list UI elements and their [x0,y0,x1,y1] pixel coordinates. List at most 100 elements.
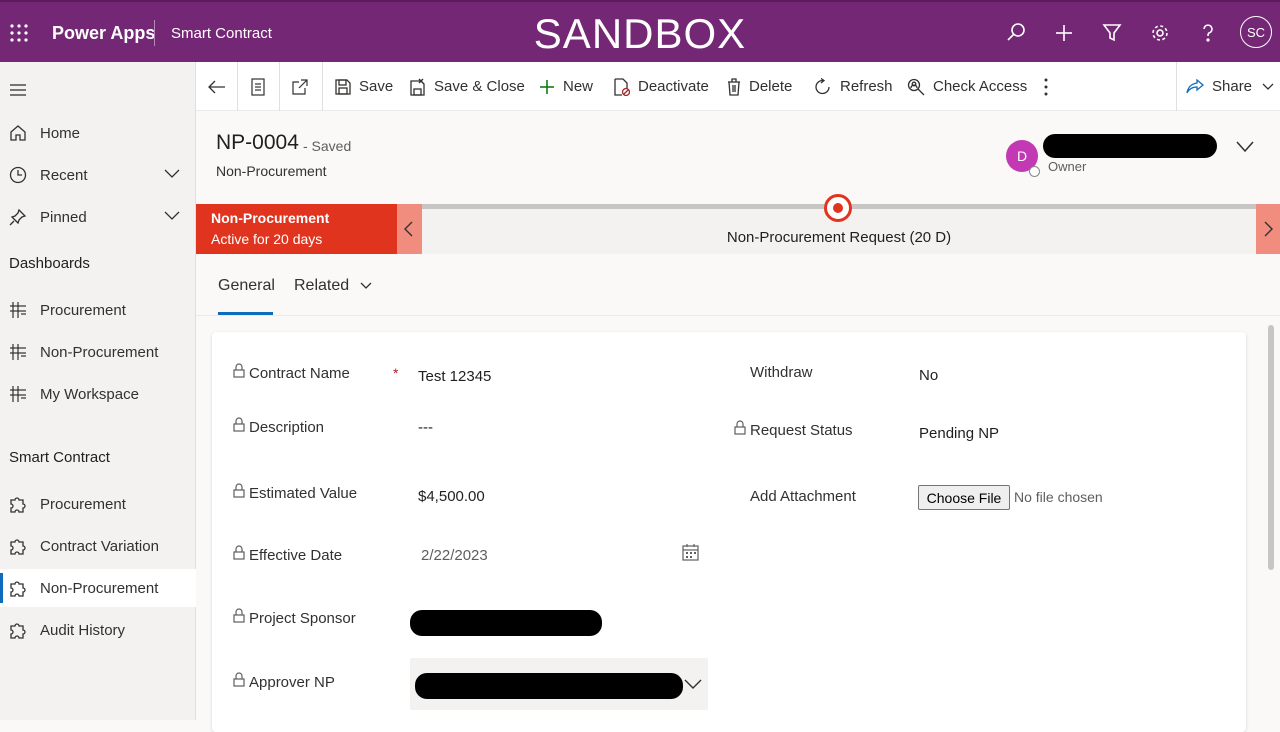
sidebar-item-pinned[interactable]: Pinned [0,198,196,236]
required-indicator: * [393,365,399,381]
form-view-button[interactable] [251,62,273,111]
more-vertical-icon [1044,78,1056,96]
chevron-down-icon[interactable] [164,169,180,179]
bpf-stage-target-icon[interactable] [823,193,853,223]
open-new-window-button[interactable] [292,62,316,111]
save-button[interactable]: Save [335,62,393,111]
puzzle-icon [9,537,27,555]
effective-date-label: Effective Date [249,547,343,564]
sidebar-item-home[interactable]: Home [0,114,196,152]
tab-related[interactable]: Related [294,277,372,295]
chevron-down-icon[interactable] [164,211,180,221]
hamburger-icon[interactable] [10,84,26,96]
sidebar-item-label: Procurement [40,301,126,319]
sidebar-item-dashboard-procurement[interactable]: Procurement [0,291,196,329]
bpf-active-stage[interactable]: Non-Procurement Active for 20 days [196,204,397,254]
withdraw-field[interactable]: No [919,367,938,384]
puzzle-icon [9,621,27,639]
header-expand-chevron-icon[interactable] [1236,141,1254,153]
sidebar-item-label: Non-Procurement [40,343,159,361]
sidebar-item-label: Recent [40,166,88,184]
bpf-previous-button[interactable] [397,204,422,254]
chevron-down-icon [1262,83,1280,91]
lock-icon [233,545,245,560]
deactivate-button[interactable]: Deactivate [614,62,709,111]
description-field[interactable]: --- [418,419,433,436]
estimated-value-label: Estimated Value [249,485,358,502]
help-icon[interactable] [1197,22,1219,44]
redacted-project-sponsor[interactable] [410,610,602,636]
filter-icon[interactable] [1101,22,1123,44]
effective-date-field[interactable]: 2/22/2023 [421,547,488,564]
app-name[interactable]: Power Apps [52,23,155,44]
bpf-stage-name: Non-Procurement [211,210,330,226]
plus-icon[interactable] [1053,22,1075,44]
redacted-approver-np [415,673,683,699]
sidebar-group-smart-contract: Smart Contract [9,449,110,466]
new-label: New [563,78,594,95]
bpf-next-button[interactable] [1256,204,1280,254]
sidebar-item-label: Procurement [40,495,126,513]
tab-related-label: Related [294,277,350,294]
app-module-name[interactable]: Smart Contract [171,25,272,42]
estimated-value-field[interactable]: $4,500.00 [418,488,485,505]
contract-name-field[interactable]: Test 12345 [418,368,491,385]
check-access-icon [907,78,933,96]
search-icon[interactable] [1005,22,1027,44]
more-commands-button[interactable] [1044,62,1056,111]
share-icon [1186,78,1212,95]
sidebar-item-procurement[interactable]: Procurement [0,485,196,523]
bpf-stage-label[interactable]: Non-Procurement Request (20 D) [422,229,1256,246]
chevron-down-icon[interactable] [684,679,702,690]
calendar-icon[interactable] [682,544,699,561]
command-divider [1176,62,1177,111]
user-avatar[interactable]: SC [1240,16,1272,48]
form-scrollbar[interactable] [1268,325,1274,570]
sidebar-item-recent[interactable]: Recent [0,156,196,194]
refresh-button[interactable]: Refresh [814,62,893,111]
sidebar-item-contract-variation[interactable]: Contract Variation [0,527,196,565]
sidebar: Home Recent Pinned Dashboards Procuremen… [0,62,196,720]
clock-icon [9,166,27,184]
back-button[interactable] [208,62,234,111]
delete-button[interactable]: Delete [727,62,792,111]
dashboard-icon [9,385,27,403]
sidebar-item-audit-history[interactable]: Audit History [0,611,196,649]
command-divider [237,62,238,111]
check-access-label: Check Access [933,78,1028,95]
save-close-icon [410,78,434,96]
sidebar-item-label: My Workspace [40,385,139,403]
refresh-label: Refresh [840,78,893,95]
check-access-button[interactable]: Check Access [907,62,1027,111]
app-launcher-icon[interactable] [10,24,28,42]
share-label: Share [1212,78,1253,95]
sidebar-item-label: Contract Variation [40,537,159,555]
command-bar: Save Save & Close New Deactivate Delete … [196,62,1280,111]
no-file-chosen-text: No file chosen [1014,489,1103,505]
chevron-down-icon [360,282,372,290]
lock-icon [734,420,746,435]
add-attachment-label: Add Attachment [750,488,856,505]
save-close-button[interactable]: Save & Close [410,62,525,111]
chevron-left-icon [404,221,413,237]
save-label: Save [359,78,394,95]
choose-file-button[interactable]: Choose File [918,485,1010,510]
share-button[interactable]: Share [1186,62,1280,111]
dashboard-icon [9,301,27,319]
deactivate-icon [614,77,638,96]
tab-general[interactable]: General [218,277,275,295]
puzzle-icon [9,495,27,513]
redacted-owner-name[interactable] [1043,134,1217,158]
sidebar-item-my-workspace[interactable]: My Workspace [0,375,196,413]
gear-icon[interactable] [1149,22,1171,44]
new-button[interactable]: New [539,62,593,111]
sidebar-item-dashboard-non-procurement[interactable]: Non-Procurement [0,333,196,371]
save-status: - Saved [303,138,352,154]
owner-label: Owner [1048,159,1087,174]
top-bar: Power Apps Smart Contract SANDBOX SC [0,0,1280,62]
record-entity-name: Non-Procurement [216,163,327,179]
refresh-icon [814,77,840,96]
sidebar-item-label: Non-Procurement [40,579,159,597]
request-status-field[interactable]: Pending NP [919,425,999,442]
sidebar-item-non-procurement[interactable]: Non-Procurement [0,569,196,607]
